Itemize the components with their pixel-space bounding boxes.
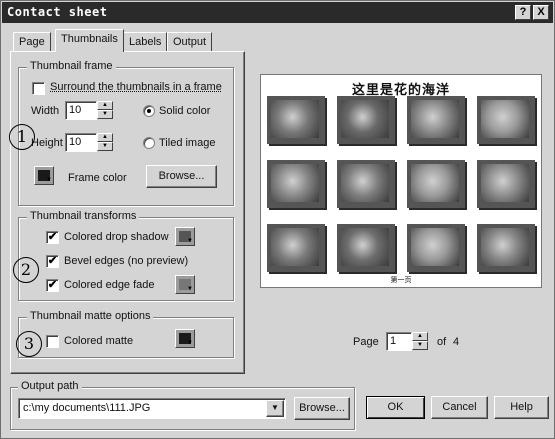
page-input[interactable]: 1	[386, 332, 412, 351]
window-title: Contact sheet	[7, 5, 108, 19]
height-value: 10	[69, 136, 82, 148]
page-total: 4	[453, 336, 460, 348]
colored-matte-label: Colored matte	[64, 335, 134, 347]
flower-photo	[341, 100, 389, 138]
contact-sheet-dialog: Contact sheet ? X Page Thumbnails Labels…	[0, 0, 555, 439]
page-spinner[interactable]: ▲ ▼	[412, 332, 428, 350]
fade-color-swatch[interactable]: ▼	[175, 275, 195, 294]
flower-photo	[411, 100, 459, 138]
preview-footer: 第一页	[390, 276, 412, 284]
bevel-edges-label: Bevel edges (no preview)	[64, 255, 189, 267]
preview-thumbnail	[337, 96, 395, 144]
shadow-color-swatch[interactable]: ▼	[175, 227, 195, 246]
width-spinner[interactable]: ▲ ▼	[97, 101, 113, 119]
annotation-circle-3: 3	[16, 331, 42, 357]
preview-thumbnail	[477, 160, 535, 208]
annotation-circle-2: 2	[13, 257, 39, 283]
solid-color-label: Solid color	[159, 105, 211, 117]
width-input[interactable]: 10	[65, 101, 97, 120]
height-label: Height	[31, 137, 63, 149]
output-path-label: Output path	[18, 380, 82, 392]
preview-thumbnail	[407, 96, 465, 144]
thumbnail-transforms-label: Thumbnail transforms	[27, 210, 140, 222]
preview-thumbnail	[337, 160, 395, 208]
output-browse-button[interactable]: Browse...	[294, 397, 350, 420]
solid-color-radio[interactable]	[143, 105, 155, 117]
flower-photo	[411, 228, 459, 266]
edge-fade-label: Colored edge fade	[64, 279, 155, 291]
drop-shadow-checkbox[interactable]: ✔	[46, 231, 59, 244]
edge-fade-checkbox[interactable]: ✔	[46, 279, 59, 292]
drop-shadow-label: Colored drop shadow	[64, 231, 169, 243]
title-bar: Contact sheet ? X	[2, 2, 553, 23]
width-label: Width	[31, 105, 60, 117]
surround-frame-label: Surround the thumbnails in a frame	[50, 81, 222, 93]
page-value: 1	[390, 335, 397, 347]
height-input[interactable]: 10	[65, 133, 97, 152]
annotation-circle-1: 1	[9, 124, 35, 150]
surround-frame-checkbox[interactable]	[32, 82, 45, 95]
contact-sheet-preview: 这里是花的海洋 第一页	[260, 74, 542, 288]
frame-browse-button[interactable]: Browse...	[146, 165, 217, 188]
flower-photo	[481, 164, 529, 202]
preview-thumbnail	[337, 224, 395, 272]
preview-thumbnail	[407, 160, 465, 208]
tab-thumbnails[interactable]: Thumbnails	[55, 29, 124, 52]
preview-thumbnail	[267, 160, 325, 208]
tiled-image-label: Tiled image	[159, 137, 216, 149]
tab-output[interactable]: Output	[167, 32, 213, 51]
frame-color-label: Frame color	[68, 172, 127, 184]
tab-labels[interactable]: Labels	[123, 32, 168, 51]
flower-photo	[271, 164, 319, 202]
flower-photo	[411, 164, 459, 202]
output-path-input[interactable]: c:\my documents\111.JPG	[18, 398, 286, 419]
frame-color-swatch[interactable]: ▼	[34, 166, 54, 185]
colored-matte-checkbox[interactable]	[46, 335, 59, 348]
ok-button[interactable]: OK	[366, 396, 425, 419]
output-path-value: c:\my documents\111.JPG	[23, 402, 151, 414]
width-value: 10	[69, 104, 82, 116]
preview-thumbnail	[267, 96, 325, 144]
preview-thumbnail	[407, 224, 465, 272]
page-label: Page	[353, 336, 379, 348]
height-spinner[interactable]: ▲ ▼	[97, 133, 113, 151]
bevel-edges-checkbox[interactable]: ✔	[46, 255, 59, 268]
cancel-button[interactable]: Cancel	[431, 396, 488, 419]
help-button[interactable]: Help	[494, 396, 549, 419]
dropdown-arrow-icon: ▼	[187, 238, 193, 244]
close-title-button[interactable]: X	[533, 5, 549, 20]
flower-photo	[341, 164, 389, 202]
dropdown-arrow-icon: ▼	[187, 286, 193, 292]
output-path-dropdown-icon[interactable]: ▼	[266, 400, 284, 417]
flower-photo	[481, 228, 529, 266]
preview-thumbnail	[477, 224, 535, 272]
matte-color-swatch[interactable]: ▼	[175, 329, 195, 348]
flower-photo	[481, 100, 529, 138]
dropdown-arrow-icon: ▼	[187, 340, 193, 346]
thumbnail-frame-label: Thumbnail frame	[27, 60, 116, 72]
dropdown-arrow-icon: ▼	[46, 177, 52, 183]
help-title-button[interactable]: ?	[515, 5, 531, 20]
flower-photo	[271, 228, 319, 266]
tab-page[interactable]: Page	[13, 32, 51, 51]
thumbnail-matte-label: Thumbnail matte options	[27, 310, 154, 322]
tiled-image-radio[interactable]	[143, 137, 155, 149]
preview-thumbnail	[477, 96, 535, 144]
preview-thumbnail	[267, 224, 325, 272]
of-label: of	[437, 336, 447, 348]
flower-photo	[271, 100, 319, 138]
flower-photo	[341, 228, 389, 266]
